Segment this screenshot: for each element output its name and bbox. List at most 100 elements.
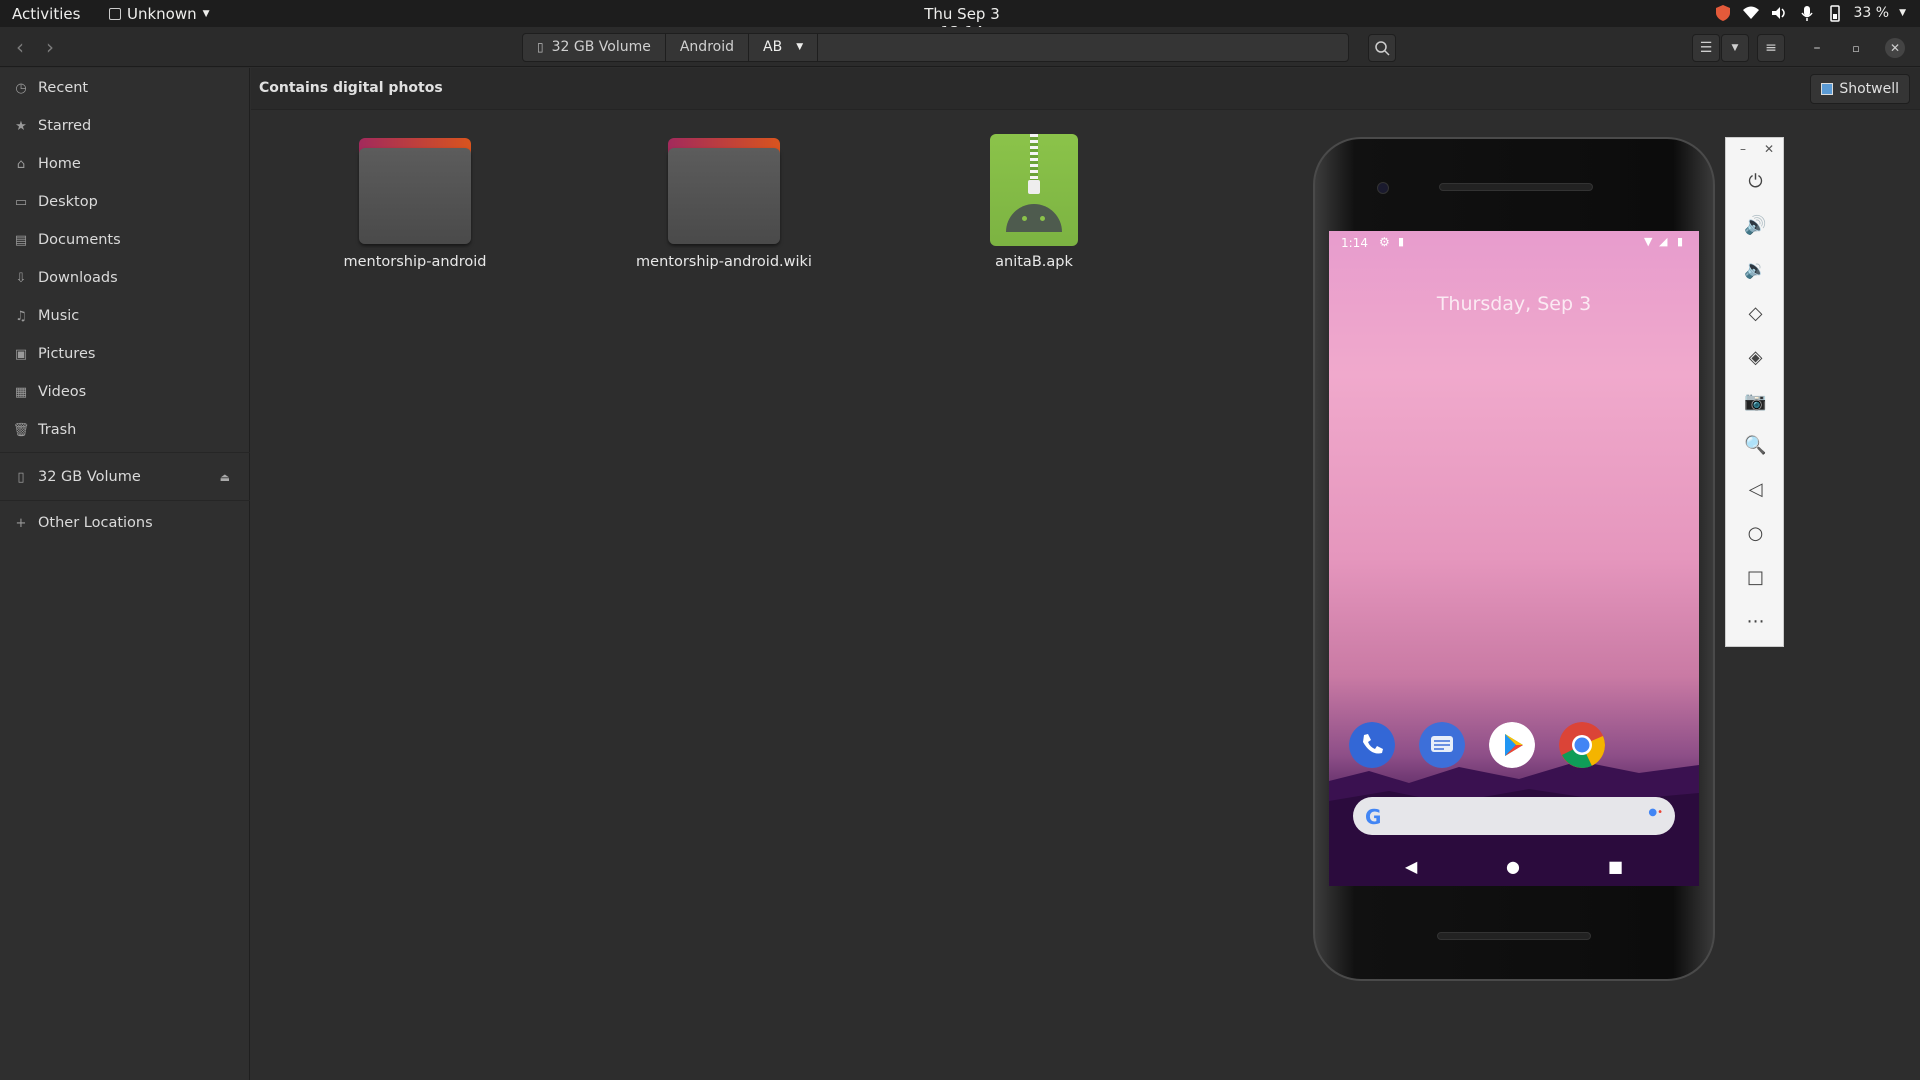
power-icon: ⏻ — [1748, 170, 1763, 192]
more-button[interactable]: ⋯ — [1726, 606, 1785, 636]
clock-icon: ◷ — [15, 80, 27, 96]
rotate-right-button[interactable]: ◈ — [1726, 342, 1785, 372]
search-button[interactable] — [1368, 34, 1396, 62]
open-with-shotwell-button[interactable]: Shotwell — [1810, 74, 1910, 104]
sidebar-item-volume[interactable]: ▯ 32 GB Volume ⏏ — [0, 460, 250, 494]
maximize-button[interactable]: ▫ — [1842, 34, 1870, 62]
overview-button[interactable]: □ — [1726, 562, 1785, 592]
star-icon: ★ — [15, 118, 27, 134]
chevron-right-icon: › — [46, 35, 54, 59]
assistant-icon[interactable]: ●• — [1648, 807, 1663, 818]
activities-button[interactable]: Activities — [12, 5, 80, 23]
folder-icon — [359, 138, 471, 244]
chevron-down-icon: ▼ — [1899, 8, 1906, 18]
zoom-button[interactable]: 🔍 — [1726, 430, 1785, 460]
emulator-screen[interactable]: 1:14 ⚙ ▮ ▼ ◢ ▮ Thursday, Sep 3 G ●• ◀ ● … — [1329, 231, 1699, 886]
lockscreen-date[interactable]: Thursday, Sep 3 — [1329, 293, 1699, 315]
home-icon: ⌂ — [16, 156, 26, 172]
back-button[interactable]: ‹ — [6, 34, 34, 62]
camera-icon: 📷 — [1744, 390, 1767, 412]
sidebar-item-starred[interactable]: ★ Starred — [0, 109, 250, 143]
close-icon: ✕ — [1885, 38, 1905, 58]
more-icon: ⋯ — [1746, 610, 1765, 632]
header-bar: ‹ › ▯ 32 GB Volume Android AB ▼ ☰ ▼ ≡ – … — [0, 27, 1920, 67]
volume-icon — [1771, 7, 1785, 19]
volume-down-button[interactable]: 🔉 — [1726, 254, 1785, 284]
sidebar-item-music[interactable]: ♫ Music — [0, 299, 250, 333]
google-icon: G — [1365, 805, 1382, 829]
shield-icon — [1715, 5, 1730, 21]
sidebar-item-recent[interactable]: ◷ Recent — [0, 71, 250, 105]
drive-icon: ▯ — [537, 40, 544, 54]
picture-icon: ▣ — [14, 346, 28, 362]
sidebar-item-desktop[interactable]: ▭ Desktop — [0, 185, 250, 219]
volume-up-button[interactable]: 🔊 — [1726, 210, 1785, 240]
file-item-apk[interactable]: anitaB.apk — [934, 134, 1134, 270]
battery-percent: 33 % — [1853, 5, 1890, 21]
view-options-button[interactable]: ▼ — [1721, 34, 1749, 62]
app-menu-label: Unknown — [127, 5, 197, 23]
settings-icon: ⚙ — [1379, 235, 1390, 249]
sidebar-item-pictures[interactable]: ▣ Pictures — [0, 337, 250, 371]
overview-icon: □ — [1746, 566, 1764, 588]
sidebar-item-label: Music — [38, 308, 80, 324]
path-bar: ▯ 32 GB Volume Android AB ▼ — [522, 33, 1350, 62]
file-item-folder[interactable]: mentorship-android.wiki — [624, 138, 824, 270]
google-search-bar[interactable]: G ●• — [1353, 797, 1675, 835]
download-icon: ⇩ — [15, 270, 27, 286]
file-item-folder[interactable]: mentorship-android — [315, 138, 515, 270]
file-name: mentorship-android — [343, 254, 487, 270]
system-tray[interactable]: 33 % ▼ — [1714, 4, 1906, 22]
sidebar-item-downloads[interactable]: ⇩ Downloads — [0, 261, 250, 295]
android-home-button[interactable]: ● — [1506, 857, 1520, 876]
volume-down-icon: 🔉 — [1744, 258, 1767, 280]
emulator-toolbar: – ✕ ⏻ 🔊 🔉 ◇ ◈ 📷 🔍 ◁ ○ □ ⋯ — [1725, 137, 1784, 647]
menu-button[interactable]: ≡ — [1757, 34, 1785, 62]
android-status-bar: 1:14 ⚙ ▮ ▼ ◢ ▮ — [1329, 231, 1699, 253]
minimize-button[interactable]: – — [1803, 34, 1831, 62]
rotate-right-icon: ◈ — [1748, 346, 1763, 368]
phone-icon[interactable] — [1349, 722, 1395, 768]
sd-card-icon: ▮ — [1398, 235, 1405, 248]
drive-icon: ▯ — [17, 469, 25, 485]
play-store-icon[interactable] — [1489, 722, 1535, 768]
path-segment-android[interactable]: Android — [666, 34, 749, 61]
list-view-button[interactable]: ☰ — [1692, 34, 1720, 62]
rotate-left-button[interactable]: ◇ — [1726, 298, 1785, 328]
path-segment-volume[interactable]: ▯ 32 GB Volume — [523, 34, 666, 61]
sidebar-item-documents[interactable]: ▤ Documents — [0, 223, 250, 257]
app-menu[interactable]: Unknown ▼ — [109, 5, 210, 23]
battery-icon: ▮ — [1677, 235, 1684, 248]
back-button[interactable]: ◁ — [1726, 474, 1785, 504]
eject-icon[interactable]: ⏏ — [220, 471, 230, 484]
sidebar-divider — [0, 500, 250, 501]
path-bar-empty[interactable] — [818, 34, 1348, 61]
home-icon: ○ — [1747, 522, 1764, 544]
android-back-button[interactable]: ◀ — [1405, 857, 1417, 876]
list-view-icon: ☰ — [1699, 40, 1713, 56]
sidebar-item-other-locations[interactable]: + Other Locations — [0, 506, 250, 540]
top-bar: Activities Unknown ▼ Thu Sep 3 13:14 33 … — [0, 0, 1920, 41]
path-segment-label: Android — [679, 39, 734, 55]
wifi-icon — [1742, 6, 1759, 19]
emulator-close-button[interactable]: ✕ — [1764, 142, 1774, 156]
screenshot-button[interactable]: 📷 — [1726, 386, 1785, 416]
android-overview-button[interactable]: ■ — [1608, 857, 1623, 876]
emulator-minimize-button[interactable]: – — [1740, 142, 1746, 156]
chrome-icon[interactable] — [1559, 722, 1605, 768]
file-name: anitaB.apk — [995, 254, 1073, 270]
close-button[interactable]: ✕ — [1881, 34, 1909, 62]
search-icon — [1375, 41, 1390, 56]
hamburger-icon: ≡ — [1765, 40, 1777, 56]
forward-button[interactable]: › — [36, 34, 64, 62]
document-icon: ▤ — [14, 232, 28, 248]
chevron-left-icon: ‹ — [16, 35, 24, 59]
sidebar-item-home[interactable]: ⌂ Home — [0, 147, 250, 181]
power-button[interactable]: ⏻ — [1726, 166, 1785, 196]
sidebar-item-trash[interactable]: 🗑 Trash — [0, 413, 250, 447]
path-segment-current[interactable]: AB ▼ — [749, 34, 819, 61]
volume-up-icon: 🔊 — [1744, 214, 1767, 236]
messages-icon[interactable] — [1419, 722, 1465, 768]
sidebar-item-videos[interactable]: ▦ Videos — [0, 375, 250, 409]
home-button[interactable]: ○ — [1726, 518, 1785, 548]
